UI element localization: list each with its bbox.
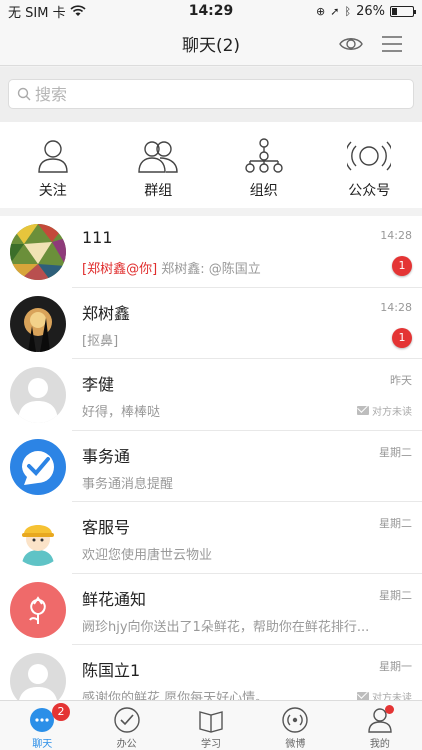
unread-status: 对方未读 bbox=[357, 689, 412, 700]
chat-name: 陈国立1 bbox=[82, 661, 141, 680]
tab-office[interactable]: 办公 bbox=[84, 701, 168, 750]
unread-badge: 1 bbox=[392, 256, 412, 276]
avatar bbox=[10, 438, 66, 495]
person-icon bbox=[38, 140, 68, 173]
tab-label: 聊天 bbox=[32, 739, 53, 750]
chat-preview: [抠鼻] bbox=[82, 333, 119, 349]
avatar bbox=[10, 295, 66, 352]
menu-icon[interactable] bbox=[380, 32, 404, 56]
notification-dot bbox=[384, 705, 394, 714]
avatar bbox=[10, 367, 66, 423]
avatar bbox=[10, 653, 66, 700]
battery-percent: 26% bbox=[356, 3, 385, 19]
chat-name: 111 bbox=[82, 228, 113, 247]
book-icon bbox=[199, 711, 223, 733]
wifi-icon bbox=[70, 5, 86, 16]
search-box[interactable] bbox=[8, 79, 414, 109]
unread-status-text: 对方未读 bbox=[372, 693, 412, 700]
mention-tag: [郑树鑫@你] bbox=[82, 262, 158, 277]
search-bar bbox=[0, 67, 422, 122]
battery-icon bbox=[390, 5, 416, 17]
chat-name: 客服号 bbox=[82, 518, 131, 537]
chat-time: 14:28 bbox=[380, 300, 412, 314]
tab-label: 学习 bbox=[201, 739, 222, 750]
chat-time: 14:28 bbox=[380, 229, 412, 242]
signal-icon bbox=[282, 707, 309, 733]
chat-time: 星期一 bbox=[379, 660, 412, 673]
chat-preview: 欢迎您使用唐世云物业 bbox=[82, 548, 213, 563]
location-icon: ➚ bbox=[330, 4, 340, 18]
tab-bar: 聊天 2 办公 学习 微博 我的 bbox=[0, 700, 422, 750]
quick-org[interactable]: 组织 bbox=[211, 122, 317, 208]
chat-name: 李健 bbox=[82, 375, 115, 394]
chat-time: 星期二 bbox=[379, 445, 412, 459]
lock-rotation-icon: ⊕ bbox=[316, 4, 326, 18]
chat-list: 111 14:28 [郑树鑫@你] 郑树鑫: @陈国立 1 郑树鑫 14:28 … bbox=[0, 216, 422, 700]
eye-icon[interactable] bbox=[338, 32, 364, 56]
tab-label: 微博 bbox=[285, 739, 306, 750]
org-chart-icon bbox=[245, 138, 283, 173]
quick-groups[interactable]: 群组 bbox=[106, 122, 212, 208]
mail-icon bbox=[357, 692, 369, 700]
chat-time: 星期二 bbox=[379, 517, 412, 530]
bluetooth-icon: ᛒ bbox=[344, 4, 352, 18]
status-bar: 无 SIM 卡 14:29 ⊕ ➚ ᛒ 26% bbox=[0, 0, 422, 22]
tab-badge: 2 bbox=[52, 703, 70, 721]
tab-chat[interactable]: 聊天 2 bbox=[0, 701, 84, 750]
tab-label: 办公 bbox=[116, 739, 137, 750]
carrier-label: 无 SIM 卡 bbox=[8, 5, 66, 21]
quick-label: 关注 bbox=[38, 183, 67, 199]
chat-preview: 事务通消息提醒 bbox=[82, 476, 174, 492]
chat-preview: [郑树鑫@你] 郑树鑫: @陈国立 bbox=[82, 258, 261, 277]
quick-label: 组织 bbox=[249, 183, 278, 199]
tab-label: 我的 bbox=[369, 739, 390, 750]
preview-text: 郑树鑫: @陈国立 bbox=[157, 262, 261, 277]
tab-study[interactable]: 学习 bbox=[169, 701, 253, 750]
chat-name: 事务通 bbox=[82, 446, 131, 466]
chat-time: 星期二 bbox=[379, 588, 412, 602]
unread-status-text: 对方未读 bbox=[372, 407, 412, 418]
search-icon bbox=[17, 87, 31, 101]
chat-row[interactable]: 事务通 星期二 事务通消息提醒 bbox=[0, 431, 422, 502]
unread-status: 对方未读 bbox=[357, 403, 412, 418]
search-input[interactable] bbox=[35, 84, 375, 104]
chat-time: 昨天 bbox=[390, 374, 412, 387]
chat-row[interactable]: 郑树鑫 14:28 [抠鼻] 1 bbox=[0, 288, 422, 359]
quick-follow[interactable]: 关注 bbox=[0, 122, 106, 208]
chat-row[interactable]: 鲜花通知 星期二 阙珍hjy向你送出了1朵鲜花，帮助你在鲜花排行... bbox=[0, 574, 422, 645]
chat-row[interactable]: 李健 昨天 好得，棒棒哒 对方未读 bbox=[0, 359, 422, 431]
tab-mine[interactable]: 我的 bbox=[338, 701, 422, 750]
broadcast-icon bbox=[347, 141, 392, 171]
nav-bar: 聊天(2) bbox=[0, 22, 422, 66]
page-title: 聊天(2) bbox=[181, 36, 241, 56]
check-circle-icon bbox=[113, 707, 140, 733]
quick-label: 公众号 bbox=[348, 183, 391, 199]
chat-row[interactable]: 111 14:28 [郑树鑫@你] 郑树鑫: @陈国立 1 bbox=[0, 216, 422, 288]
tab-weibo[interactable]: 微博 bbox=[253, 701, 337, 750]
avatar bbox=[10, 510, 66, 566]
avatar bbox=[10, 581, 66, 638]
quick-actions: 关注 群组 组织 公众号 bbox=[0, 122, 422, 208]
avatar bbox=[10, 224, 66, 280]
mail-icon bbox=[357, 406, 369, 415]
chat-row[interactable]: 陈国立1 星期一 感谢你的鲜花,愿你每天好心情。 对方未读 bbox=[0, 645, 422, 700]
quick-official[interactable]: 公众号 bbox=[317, 122, 422, 208]
chat-name: 鲜花通知 bbox=[82, 589, 147, 609]
chat-preview: 好得，棒棒哒 bbox=[82, 405, 161, 420]
chat-name: 郑树鑫 bbox=[82, 303, 131, 323]
quick-label: 群组 bbox=[144, 183, 173, 199]
chat-preview: 阙珍hjy向你送出了1朵鲜花，帮助你在鲜花排行... bbox=[82, 619, 370, 635]
group-icon bbox=[138, 141, 178, 173]
unread-badge: 1 bbox=[392, 327, 412, 348]
chat-row[interactable]: 客服号 星期二 欢迎您使用唐世云物业 bbox=[0, 502, 422, 574]
chat-preview: 感谢你的鲜花,愿你每天好心情。 bbox=[82, 691, 269, 700]
